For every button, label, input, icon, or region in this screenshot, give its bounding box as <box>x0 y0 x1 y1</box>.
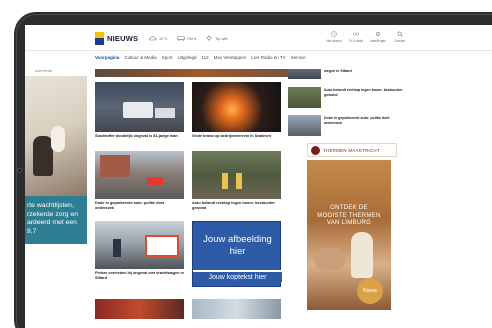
util-net-binnen[interactable]: Net binnen <box>325 31 343 43</box>
util-tv-radio-label: Tv & radio <box>348 39 364 43</box>
sun-icon <box>206 35 212 41</box>
side-article-title: Dode in geparkeerde auto: politie doet o… <box>324 116 390 125</box>
thermen-ad-banner[interactable]: ONTDEK DE MOOISTE THERMEN VAN LIMBURG Ni… <box>307 160 391 310</box>
promo-title-line-2: hier <box>229 246 246 257</box>
cortoclinics-ad-text[interactable]: rte wachtlijsten, rzekerde zorg en ardee… <box>25 196 87 244</box>
article-card[interactable]: Auto belandt rechtop tegen boom: bestuur… <box>192 151 281 217</box>
traffic-icon <box>177 36 185 41</box>
promo-placeholder[interactable]: Jouw afbeelding hier Jouw koptekst hier <box>192 221 282 287</box>
ad-text-line-1: rte wachtlijsten, <box>27 202 74 209</box>
util-settings-label: Instellingen <box>369 39 387 43</box>
ad-text-line-2: rzekerde zorg en <box>27 210 79 218</box>
site-logo-mark[interactable] <box>95 32 104 45</box>
util-settings[interactable]: Instellingen <box>369 31 387 43</box>
side-article-thumb <box>288 115 321 136</box>
article-image <box>192 151 281 199</box>
article-image-bottom-right[interactable] <box>192 299 281 319</box>
screenshot-stage: NIEUWS 11°C File's Tip wtk Net binnen Tv… <box>0 0 492 328</box>
thermen-headline-line-3: VAN LIMBURG <box>326 220 372 226</box>
article-caption: Auto belandt rechtop tegen boom: bestuur… <box>192 201 275 210</box>
top-article-image-strip[interactable] <box>95 69 307 77</box>
radio-icon <box>353 32 359 36</box>
traffic-info-label: File's <box>187 35 197 41</box>
building-shape <box>100 155 130 177</box>
thermen-ad-people <box>315 248 345 270</box>
nav-item-service[interactable]: Service <box>291 55 306 60</box>
thermen-brand-name: THERMEN MAASTRICHT <box>323 148 380 153</box>
util-tv-radio[interactable]: Tv & radio <box>347 31 365 43</box>
thermen-ad-headline: ONTDEK DE MOOISTE THERMEN VAN LIMBURG <box>307 205 391 228</box>
article-caption: Dode in geparkeerde auto: politie doet o… <box>95 201 165 210</box>
article-image <box>95 151 184 199</box>
nav-item-cultuur-media[interactable]: Cultuur & Media <box>124 55 156 60</box>
article-image-bottom-left[interactable] <box>95 299 184 319</box>
nav-item-sport[interactable]: Sport <box>162 55 173 60</box>
nav-item-112[interactable]: 112 <box>201 55 208 60</box>
article-caption: Grote brand op bedrijventerrein in Swalm… <box>192 134 272 138</box>
ambulance-shape <box>123 102 153 118</box>
tablet-screen: NIEUWS 11°C File's Tip wtk Net binnen Tv… <box>25 25 492 328</box>
weather-temperature-label: 11°C <box>159 35 168 41</box>
promo-title-line-1: Jouw afbeelding <box>203 234 272 245</box>
thermen-logo-icon <box>311 146 320 155</box>
main-navigation: Voorpagina Cultuur & Media Sport Uitgele… <box>95 55 306 60</box>
util-search-label: Zoeken <box>394 39 406 43</box>
weather-tip[interactable]: Tip wtk <box>205 35 228 41</box>
side-article-thumb <box>288 87 321 108</box>
cortoclinics-ad-image[interactable]: cortoclinics <box>25 76 87 196</box>
article-card[interactable]: Grote brand op bedrijventerrein in Swalm… <box>192 82 281 142</box>
clock-icon <box>331 31 337 37</box>
settings-icon <box>376 32 380 36</box>
article-card[interactable]: Fietser overleden bij ongeval met vracht… <box>95 221 184 287</box>
side-article-title: wegen in Sittard <box>324 69 352 73</box>
article-caption: Slachtoffer doodelijk ongeval is 81-jari… <box>95 134 178 138</box>
cloud-sun-icon <box>149 36 157 41</box>
police-car-shape <box>145 235 179 257</box>
article-caption: Fietser overleden bij ongeval met vracht… <box>95 271 184 280</box>
car-shape <box>155 108 175 118</box>
nav-item-live-radio-tv[interactable]: Live Radio en TV <box>251 55 285 60</box>
ad-person-figure <box>33 136 53 176</box>
firefighter-shape <box>236 173 242 189</box>
tablet-camera <box>17 168 22 173</box>
promo-title: Jouw afbeelding hier <box>193 234 282 258</box>
thermen-headline-line-1: ONTDEK DE <box>330 205 368 211</box>
side-article-thumb <box>288 69 321 79</box>
search-icon <box>397 31 403 37</box>
util-net-binnen-label: Net binnen <box>326 39 342 43</box>
thermen-new-badge: Nieuw <box>357 278 383 304</box>
thermen-ad-woman <box>351 232 373 278</box>
thermen-headline-line-2: MOOISTE THERMEN <box>317 212 381 219</box>
ad-text-line-3: ardeerd met een 9,7 <box>27 219 77 235</box>
weather-tip-label: Tip wtk <box>215 35 228 41</box>
nav-item-voorpagina[interactable]: Voorpagina <box>95 55 119 60</box>
promo-subtitle: Jouw koptekst hier <box>193 270 282 282</box>
firefighter-shape <box>222 173 228 189</box>
article-image <box>95 221 184 269</box>
util-search[interactable]: Zoeken <box>391 31 409 43</box>
site-header: NIEUWS 11°C File's Tip wtk Net binnen Tv… <box>25 25 492 51</box>
article-card[interactable]: Slachtoffer doodelijk ongeval is 81-jari… <box>95 82 184 142</box>
article-image <box>192 82 281 132</box>
article-image <box>95 82 184 132</box>
ad-flower-shape <box>51 126 65 152</box>
side-article-title: Auto belandt rechtop tegen boom: bestuur… <box>324 88 403 97</box>
car-shape <box>147 177 163 186</box>
nav-item-max-verstappen[interactable]: Max Verstappen <box>214 55 247 60</box>
site-logo-text[interactable]: NIEUWS <box>107 34 138 43</box>
nav-item-uitgelegd[interactable]: Uitgelegd <box>177 55 196 60</box>
weather-temperature[interactable]: 11°C <box>149 35 168 41</box>
thermen-ad-header[interactable]: THERMEN MAASTRICHT <box>307 143 397 157</box>
article-card[interactable]: Dode in geparkeerde auto: politie doet o… <box>95 151 184 217</box>
traffic-info[interactable]: File's <box>177 35 196 41</box>
ad-label: advertentie <box>35 69 53 73</box>
logo-blue-block <box>95 38 104 45</box>
truck-shape <box>113 239 121 257</box>
